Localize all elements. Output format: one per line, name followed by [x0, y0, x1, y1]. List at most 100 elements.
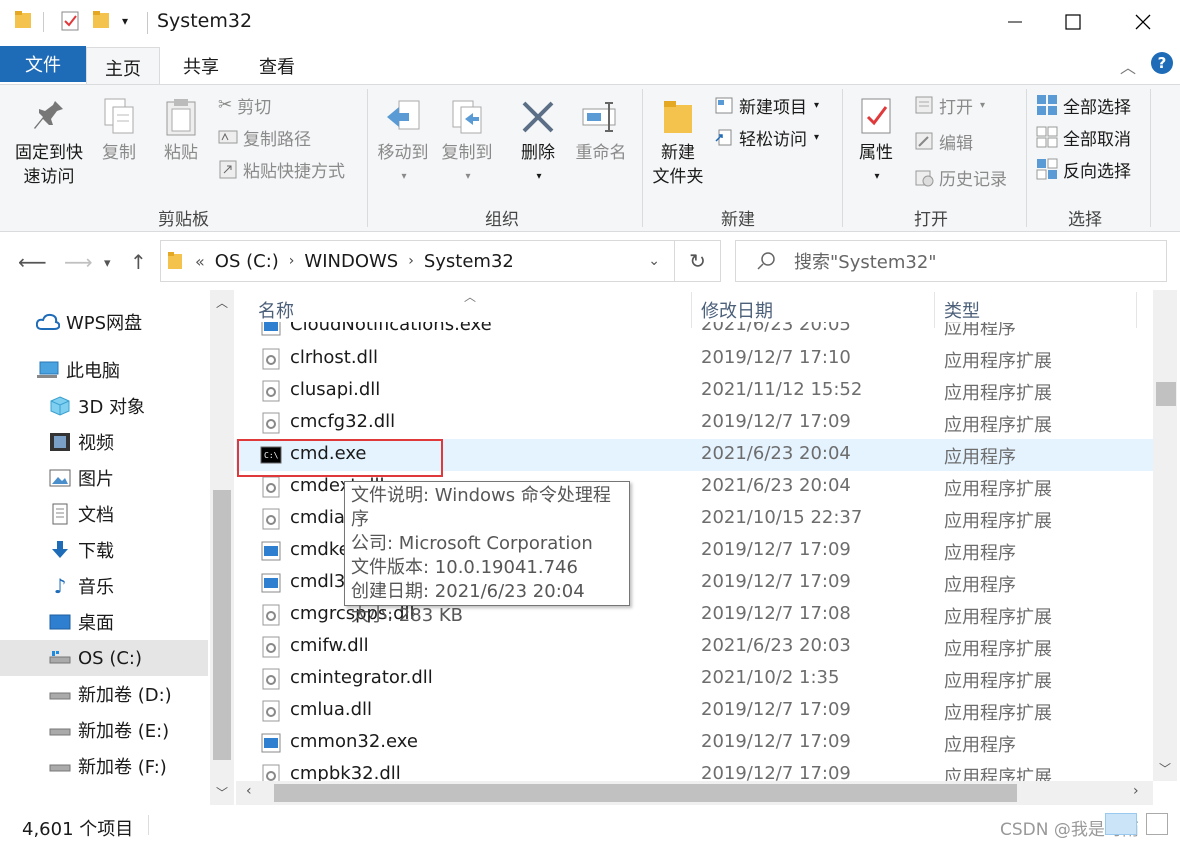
close-button[interactable] — [1114, 0, 1172, 44]
file-list-scroll-thumb[interactable] — [1156, 382, 1176, 406]
nav-item-pictures[interactable]: 图片 — [0, 460, 208, 496]
scissors-icon: ✂ — [218, 95, 233, 115]
paste-label: 粘贴 — [164, 143, 198, 163]
details-view-icon[interactable] — [1105, 813, 1137, 835]
nav-pane-scroll-thumb[interactable] — [213, 490, 231, 760]
scroll-up-chevron-icon[interactable]: ︿ — [216, 294, 228, 311]
back-arrow-icon[interactable]: ⟵ — [18, 250, 47, 274]
easy-access-label: 轻松访问 — [739, 129, 807, 150]
properties-button[interactable]: 属性 ▾ — [850, 97, 902, 189]
ribbon-tabs: 文件 主页 共享 查看 ︿ — [0, 44, 1180, 87]
search-input[interactable]: 搜索"System32" — [735, 240, 1167, 282]
invert-selection-button[interactable]: 反向选择 — [1036, 155, 1131, 183]
chevron-right-icon[interactable]: › — [408, 253, 414, 269]
tab-view[interactable]: 查看 — [240, 47, 314, 84]
easy-access-icon — [715, 129, 732, 146]
nav-item-music[interactable]: ♪ 音乐 — [0, 568, 208, 604]
scroll-right-chevron-icon[interactable]: › — [1133, 783, 1139, 799]
address-bar[interactable]: « OS (C:) › WINDOWS › System32 ⌄ — [160, 240, 675, 282]
table-row[interactable]: clusapi.dll 2021/11/12 15:52 应用程序扩展 — [236, 375, 1153, 407]
pin-quick-access-button[interactable]: 固定到快 速访问 — [10, 97, 88, 189]
file-date: 2021/6/23 20:04 — [701, 475, 851, 496]
customize-qa-chevron-icon[interactable]: ▾ — [122, 14, 128, 28]
nav-item-wps[interactable]: WPS网盘 — [0, 304, 208, 340]
new-item-button[interactable]: 新建项目 ▾ — [714, 91, 819, 119]
dll-file-icon — [260, 380, 282, 402]
copy-button[interactable]: 复制 — [94, 97, 144, 165]
table-row[interactable]: cmlua.dll 2019/12/7 17:09 应用程序扩展 — [236, 695, 1153, 727]
history-button[interactable]: 历史记录 — [914, 163, 1007, 191]
properties-qa-icon[interactable] — [60, 10, 80, 32]
edit-button[interactable]: 编辑 — [914, 127, 973, 155]
scroll-down-chevron-icon[interactable]: ﹀ — [1159, 760, 1171, 777]
nav-item-documents[interactable]: 文档 — [0, 496, 208, 532]
nav-item-drive-d[interactable]: 新加卷 (D:) — [0, 676, 208, 712]
forward-arrow-icon[interactable]: ⟶ — [64, 250, 93, 274]
delete-x-icon — [522, 101, 554, 133]
address-dropdown-chevron-icon[interactable]: ⌄ — [648, 253, 660, 269]
paste-button[interactable]: 粘贴 — [156, 97, 206, 165]
paste-shortcut-button[interactable]: 粘贴快捷方式 — [218, 155, 345, 183]
maximize-button[interactable] — [1044, 0, 1102, 44]
breadcrumb-system32[interactable]: System32 — [424, 251, 514, 272]
file-date: 2019/12/7 17:10 — [701, 347, 851, 368]
tab-home[interactable]: 主页 — [86, 47, 160, 87]
table-row[interactable]: cmmon32.exe 2019/12/7 17:09 应用程序 — [236, 727, 1153, 759]
tab-file[interactable]: 文件 — [0, 46, 86, 82]
nav-item-drive-f[interactable]: 新加卷 (F:) — [0, 748, 208, 784]
scroll-left-chevron-icon[interactable]: ‹ — [246, 783, 252, 799]
chevron-right-icon[interactable]: › — [289, 253, 295, 269]
up-arrow-icon[interactable]: ↑ — [130, 250, 147, 274]
recent-locations-chevron-icon[interactable]: ▾ — [104, 256, 111, 271]
move-to-button[interactable]: 移动到 ▾ — [372, 97, 434, 189]
nav-pane-scrollbar[interactable]: ︿ ﹀ — [210, 290, 234, 805]
new-item-label: 新建项目 — [739, 97, 807, 118]
open-button[interactable]: 打开 ▾ — [914, 91, 985, 119]
collapse-ribbon-chevron-icon[interactable]: ︿ — [1120, 54, 1136, 78]
select-all-button[interactable]: 全部选择 — [1036, 91, 1131, 119]
file-date: 2021/10/2 1:35 — [701, 667, 840, 688]
minimize-button[interactable] — [986, 0, 1044, 44]
new-folder-button[interactable]: 新建 文件夹 — [648, 97, 708, 189]
nav-item-videos[interactable]: 视频 — [0, 424, 208, 460]
copy-to-button[interactable]: 复制到 ▾ — [436, 97, 498, 189]
refresh-button[interactable]: ↻ — [675, 240, 721, 282]
table-row[interactable]: clrhost.dll 2019/12/7 17:10 应用程序扩展 — [236, 343, 1153, 375]
delete-button[interactable]: 删除 ▾ — [512, 97, 564, 189]
table-row[interactable]: cmcfg32.dll 2019/12/7 17:09 应用程序扩展 — [236, 407, 1153, 439]
tab-share[interactable]: 共享 — [164, 47, 238, 84]
select-none-button[interactable]: 全部取消 — [1036, 123, 1131, 151]
table-row[interactable]: cmifw.dll 2021/6/23 20:03 应用程序扩展 — [236, 631, 1153, 663]
nav-item-drive-e[interactable]: 新加卷 (E:) — [0, 712, 208, 748]
file-list-scrollbar[interactable]: ﹀ — [1153, 290, 1177, 781]
help-icon[interactable]: ? — [1151, 52, 1173, 74]
dll-file-icon — [260, 668, 282, 690]
nav-item-desktop[interactable]: 桌面 — [0, 604, 208, 640]
new-folder-qa-icon[interactable] — [92, 10, 110, 30]
new-folder-label-line2: 文件夹 — [652, 167, 704, 187]
dll-file-icon — [260, 508, 282, 530]
nav-item-this-pc[interactable]: 此电脑 — [0, 352, 208, 388]
tooltip-created: 创建日期: 2021/6/23 20:04 — [351, 581, 585, 602]
dll-file-icon — [260, 412, 282, 434]
drive-icon — [48, 682, 72, 706]
file-date: 2019/12/7 17:09 — [701, 731, 851, 752]
rename-button[interactable]: 重命名 — [570, 97, 632, 165]
breadcrumb-os-c[interactable]: OS (C:) — [215, 251, 279, 272]
group-divider — [842, 89, 843, 227]
easy-access-button[interactable]: 轻松访问 ▾ — [714, 123, 819, 151]
horizontal-scroll-thumb[interactable] — [274, 784, 1017, 802]
nav-item-os-c[interactable]: OS (C:) — [0, 640, 208, 676]
horizontal-scrollbar[interactable]: ‹ › — [236, 781, 1153, 805]
breadcrumb-windows[interactable]: WINDOWS — [304, 251, 398, 272]
nav-item-downloads[interactable]: 下载 — [0, 532, 208, 568]
scroll-down-chevron-icon[interactable]: ﹀ — [216, 784, 228, 801]
nav-item-3d-objects[interactable]: 3D 对象 — [0, 388, 208, 424]
folder-icon[interactable] — [14, 10, 32, 30]
large-icons-view-icon[interactable] — [1146, 813, 1168, 835]
table-row[interactable]: cmintegrator.dll 2021/10/2 1:35 应用程序扩展 — [236, 663, 1153, 695]
paste-icon — [166, 99, 196, 136]
overflow-crumb-icon[interactable]: « — [195, 252, 205, 271]
copy-path-button[interactable]: 复制路径 — [218, 123, 311, 151]
cut-button[interactable]: ✂ 剪切 — [218, 91, 271, 119]
